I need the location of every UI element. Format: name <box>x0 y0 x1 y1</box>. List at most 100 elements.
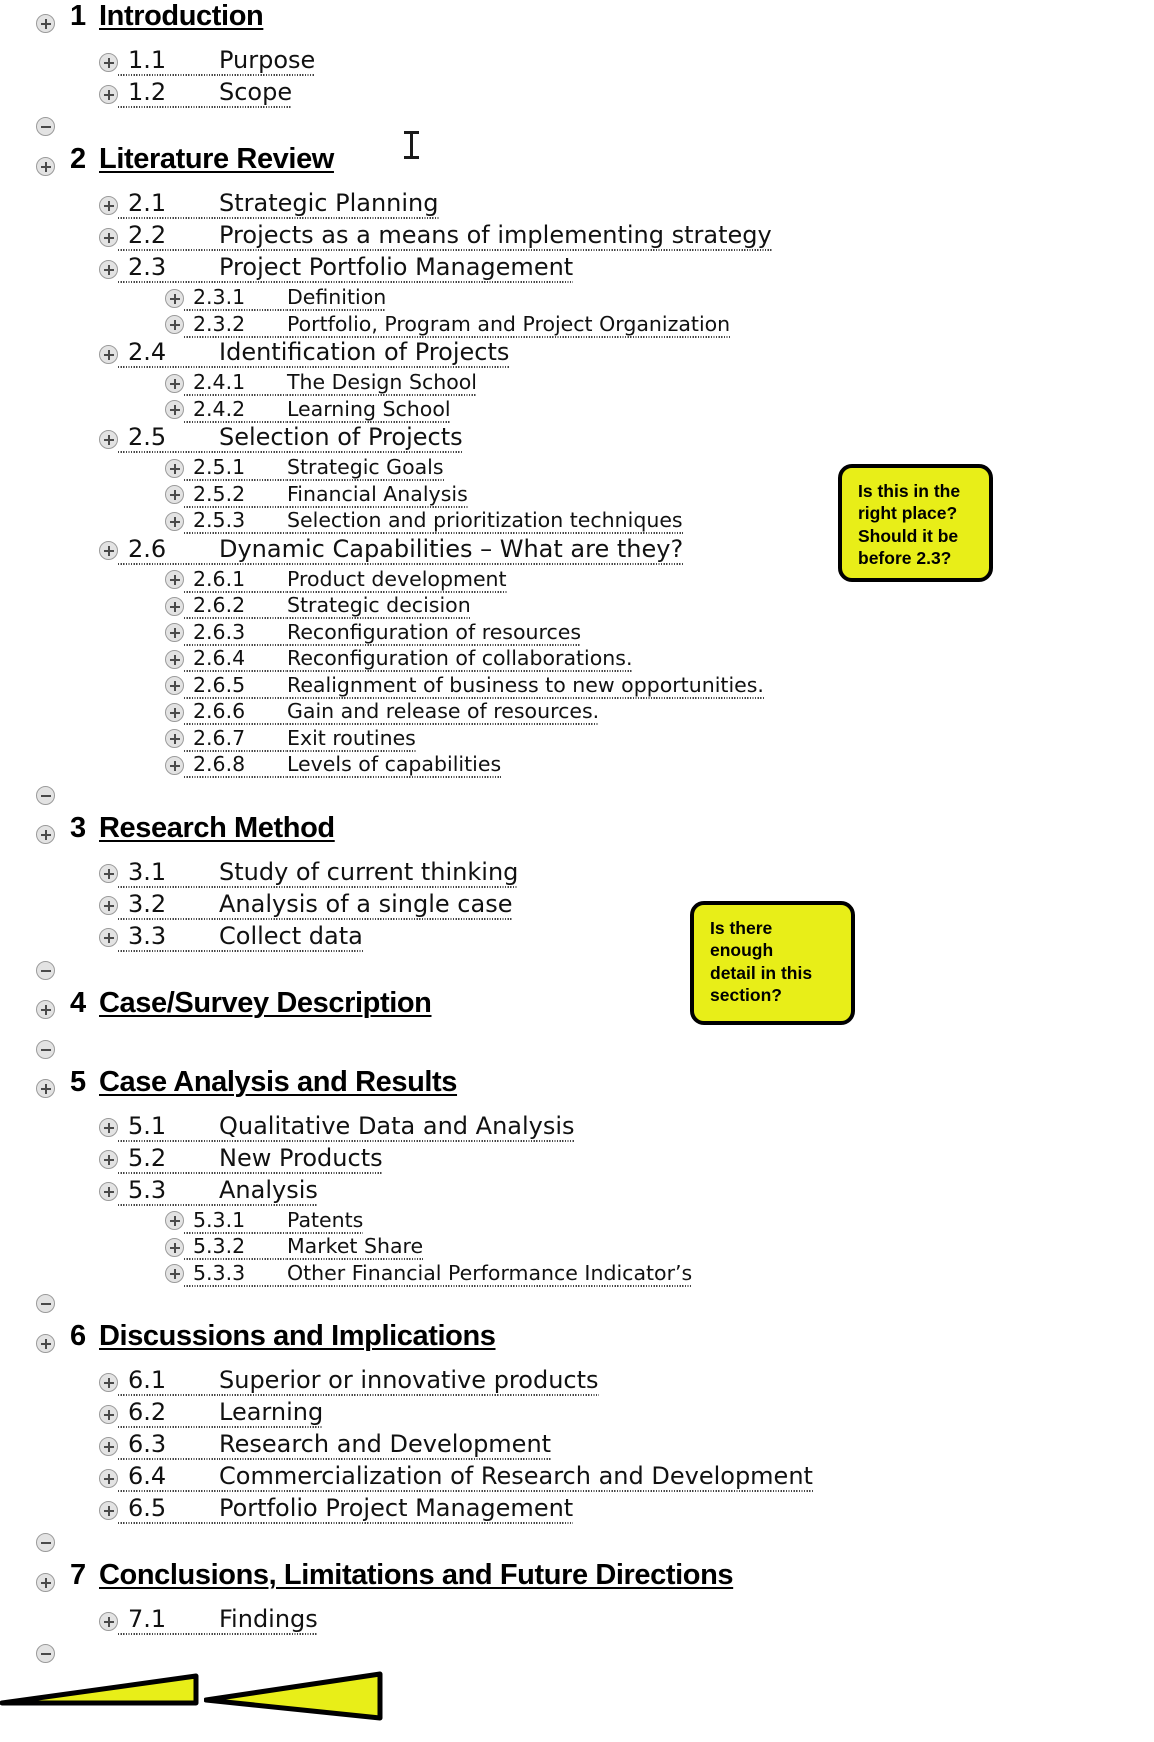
callout-section-2-6[interactable]: Is this in the right place? Should it be… <box>838 464 993 582</box>
expand-icon[interactable] <box>165 570 184 590</box>
outline-row-2.5[interactable]: 2.5 Selection of Projects <box>99 423 1154 455</box>
expand-icon[interactable] <box>165 1237 184 1257</box>
expand-icon[interactable] <box>165 755 184 775</box>
outline-title[interactable]: Patents <box>287 1208 364 1234</box>
outline-title[interactable]: Purpose <box>219 46 316 76</box>
outline-title[interactable]: Realignment of business to new opportuni… <box>287 673 764 699</box>
callout-section-4[interactable]: Is there enough detail in this section? <box>690 901 855 1025</box>
expand-icon[interactable] <box>99 84 118 104</box>
outline-row-6[interactable]: 6 Discussions and Implications <box>36 1320 1154 1366</box>
expand-icon[interactable] <box>165 623 184 643</box>
expand-icon[interactable] <box>36 13 55 33</box>
outline-row-2.6.3[interactable]: 2.6.3 Reconfiguration of resources <box>165 620 1154 647</box>
outline-row-6.3[interactable]: 6.3 Research and Development <box>99 1430 1154 1462</box>
outline-row-2.5.1[interactable]: 2.5.1 Strategic Goals <box>165 455 1154 482</box>
outline-title[interactable]: Scope <box>219 78 293 108</box>
outline-row-6.4[interactable]: 6.4 Commercialization of Research and Dev… <box>99 1462 1154 1494</box>
outline-separator-row[interactable] <box>36 1526 1154 1559</box>
outline-title[interactable]: Product development <box>287 567 507 593</box>
expand-icon[interactable] <box>36 1000 55 1019</box>
outline-row-2.3[interactable]: 2.3 Project Portfolio Management <box>99 253 1154 285</box>
outline-title[interactable]: Discussions and Implications <box>99 1320 496 1353</box>
outline-title[interactable]: Identification of Projects <box>219 338 510 368</box>
outline-title[interactable]: Commercialization of Research and Develo… <box>219 1462 813 1492</box>
outline-separator-row[interactable] <box>36 779 1154 812</box>
outline-row-7[interactable]: 7 Conclusions, Limitations and Future Dir… <box>36 1559 1154 1605</box>
outline-title[interactable]: Financial Analysis <box>287 482 468 508</box>
outline-title[interactable]: Introduction <box>99 0 264 33</box>
outline-row-2.5.2[interactable]: 2.5.2 Financial Analysis <box>165 482 1154 509</box>
outline-title[interactable]: Analysis of a single case <box>219 890 513 920</box>
outline-row-1.2[interactable]: 1.2 Scope <box>99 78 1154 110</box>
collapse-icon[interactable] <box>36 117 55 136</box>
outline-separator-row[interactable] <box>36 1637 1154 1670</box>
expand-icon[interactable] <box>165 373 184 393</box>
expand-icon[interactable] <box>99 896 118 915</box>
outline-row-5.3[interactable]: 5.3 Analysis <box>99 1176 1154 1208</box>
expand-icon[interactable] <box>36 825 55 844</box>
outline-row-3[interactable]: 3 Research Method <box>36 812 1154 858</box>
outline-title[interactable]: Case/Survey Description <box>99 987 432 1020</box>
expand-icon[interactable] <box>165 649 184 669</box>
expand-icon[interactable] <box>165 596 184 616</box>
outline-title[interactable]: Superior or innovative products <box>219 1366 599 1396</box>
expand-icon[interactable] <box>99 928 118 947</box>
outline-title[interactable]: Learning <box>219 1398 324 1428</box>
outline-separator-row[interactable] <box>36 1287 1154 1320</box>
outline-row-6.5[interactable]: 6.5 Portfolio Project Management <box>99 1494 1154 1526</box>
outline-row-2.2[interactable]: 2.2 Projects as a means of implementing s… <box>99 221 1154 253</box>
outline-row-6.1[interactable]: 6.1 Superior or innovative products <box>99 1366 1154 1398</box>
outline-row-2.4[interactable]: 2.4 Identification of Projects <box>99 338 1154 370</box>
outline-title[interactable]: Literature Review <box>99 143 334 176</box>
outline-title[interactable]: Research and Development <box>219 1430 552 1460</box>
expand-icon[interactable] <box>99 195 118 215</box>
outline-title[interactable]: Selection and prioritization techniques <box>287 508 683 534</box>
expand-icon[interactable] <box>99 227 118 247</box>
outline-title[interactable]: Analysis <box>219 1176 318 1206</box>
expand-icon[interactable] <box>36 1572 55 1592</box>
outline-title[interactable]: Exit routines <box>287 726 416 752</box>
expand-icon[interactable] <box>165 400 184 420</box>
expand-icon[interactable] <box>99 1118 118 1137</box>
outline-title[interactable]: Project Portfolio Management <box>219 253 574 283</box>
outline-row-2.4.2[interactable]: 2.4.2 Learning School <box>165 397 1154 424</box>
outline-title[interactable]: Findings <box>219 1605 318 1635</box>
expand-icon[interactable] <box>99 1436 118 1456</box>
outline-row-5.2[interactable]: 5.2 New Products <box>99 1144 1154 1176</box>
expand-icon[interactable] <box>99 1182 118 1201</box>
outline-title[interactable]: Qualitative Data and Analysis <box>219 1112 575 1142</box>
outline-row-2[interactable]: 2 Literature Review <box>36 143 1154 189</box>
outline-row-5.3.2[interactable]: 5.3.2 Market Share <box>165 1234 1154 1261</box>
outline-title[interactable]: Strategic Planning <box>219 189 439 219</box>
outline-title[interactable]: Reconfiguration of collaborations. <box>287 646 633 672</box>
expand-icon[interactable] <box>99 1404 118 1424</box>
outline-title[interactable]: New Products <box>219 1144 383 1174</box>
outline-title[interactable]: Portfolio, Program and Project Organizat… <box>287 312 731 338</box>
expand-icon[interactable] <box>99 1372 118 1392</box>
expand-icon[interactable] <box>99 541 118 560</box>
outline-list[interactable]: 1 Introduction 1.1 Purpose 1.2 Scope 2 Literatu… <box>0 0 1154 1670</box>
outline-row-2.6.5[interactable]: 2.6.5 Realignment of business to new oppo… <box>165 673 1154 700</box>
outline-row-1[interactable]: 1 Introduction <box>36 0 1154 46</box>
outline-separator-row[interactable] <box>36 1033 1154 1066</box>
expand-icon[interactable] <box>165 1211 184 1231</box>
outline-title[interactable]: Other Financial Performance Indicator’s <box>287 1261 693 1287</box>
outline-row-3.1[interactable]: 3.1 Study of current thinking <box>99 858 1154 890</box>
collapse-icon[interactable] <box>36 785 55 805</box>
outline-title[interactable]: Research Method <box>99 812 335 845</box>
expand-icon[interactable] <box>165 485 184 505</box>
outline-row-1.1[interactable]: 1.1 Purpose <box>99 46 1154 78</box>
outline-title[interactable]: Projects as a means of implementing stra… <box>219 221 772 251</box>
outline-row-7.1[interactable]: 7.1 Findings <box>99 1605 1154 1637</box>
outline-row-2.6[interactable]: 2.6 Dynamic Capabilities – What are they? <box>99 535 1154 567</box>
outline-row-2.6.1[interactable]: 2.6.1 Product development <box>165 567 1154 594</box>
expand-icon[interactable] <box>165 288 184 308</box>
expand-icon[interactable] <box>165 458 184 478</box>
expand-icon[interactable] <box>165 729 184 749</box>
outline-row-2.6.7[interactable]: 2.6.7 Exit routines <box>165 726 1154 753</box>
expand-icon[interactable] <box>99 1468 118 1488</box>
outline-row-5.3.1[interactable]: 5.3.1 Patents <box>165 1208 1154 1235</box>
outline-title[interactable]: Collect data <box>219 922 363 952</box>
outline-title[interactable]: Gain and release of resources. <box>287 699 600 725</box>
expand-icon[interactable] <box>99 429 118 449</box>
